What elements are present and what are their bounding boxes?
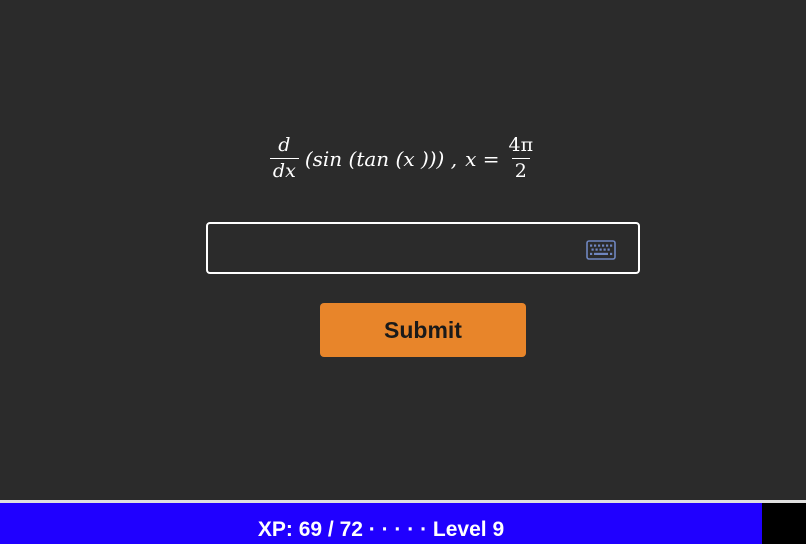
derivative-numerator: d: [278, 134, 291, 156]
math-problem: d dx (sin (tan (x ))) , x = 4π 2: [0, 134, 806, 182]
evaluation-denominator: 2: [511, 157, 530, 182]
function-expression: (sin (tan (x ))) ,: [304, 146, 458, 171]
keyboard-icon[interactable]: [586, 240, 616, 260]
xp-status-bar: XP: 69 / 72 · · · · · Level 9: [0, 503, 762, 544]
variable-assignment: x =: [465, 146, 500, 171]
answer-field[interactable]: [206, 222, 640, 274]
submit-button[interactable]: Submit: [320, 303, 526, 357]
xp-separator: · · · · ·: [368, 517, 428, 541]
evaluation-point: 4π 2: [505, 134, 536, 182]
evaluation-numerator: 4π: [508, 134, 534, 156]
xp-counter: XP: 69 / 72: [257, 517, 363, 541]
page: d dx (sin (tan (x ))) , x = 4π 2 Submit …: [0, 0, 806, 544]
answer-input[interactable]: [208, 224, 578, 272]
derivative-operator: d dx: [269, 134, 299, 182]
footer-corner-block: [762, 503, 806, 544]
derivative-denominator: dx: [269, 157, 299, 182]
level-label: Level 9: [432, 517, 505, 541]
